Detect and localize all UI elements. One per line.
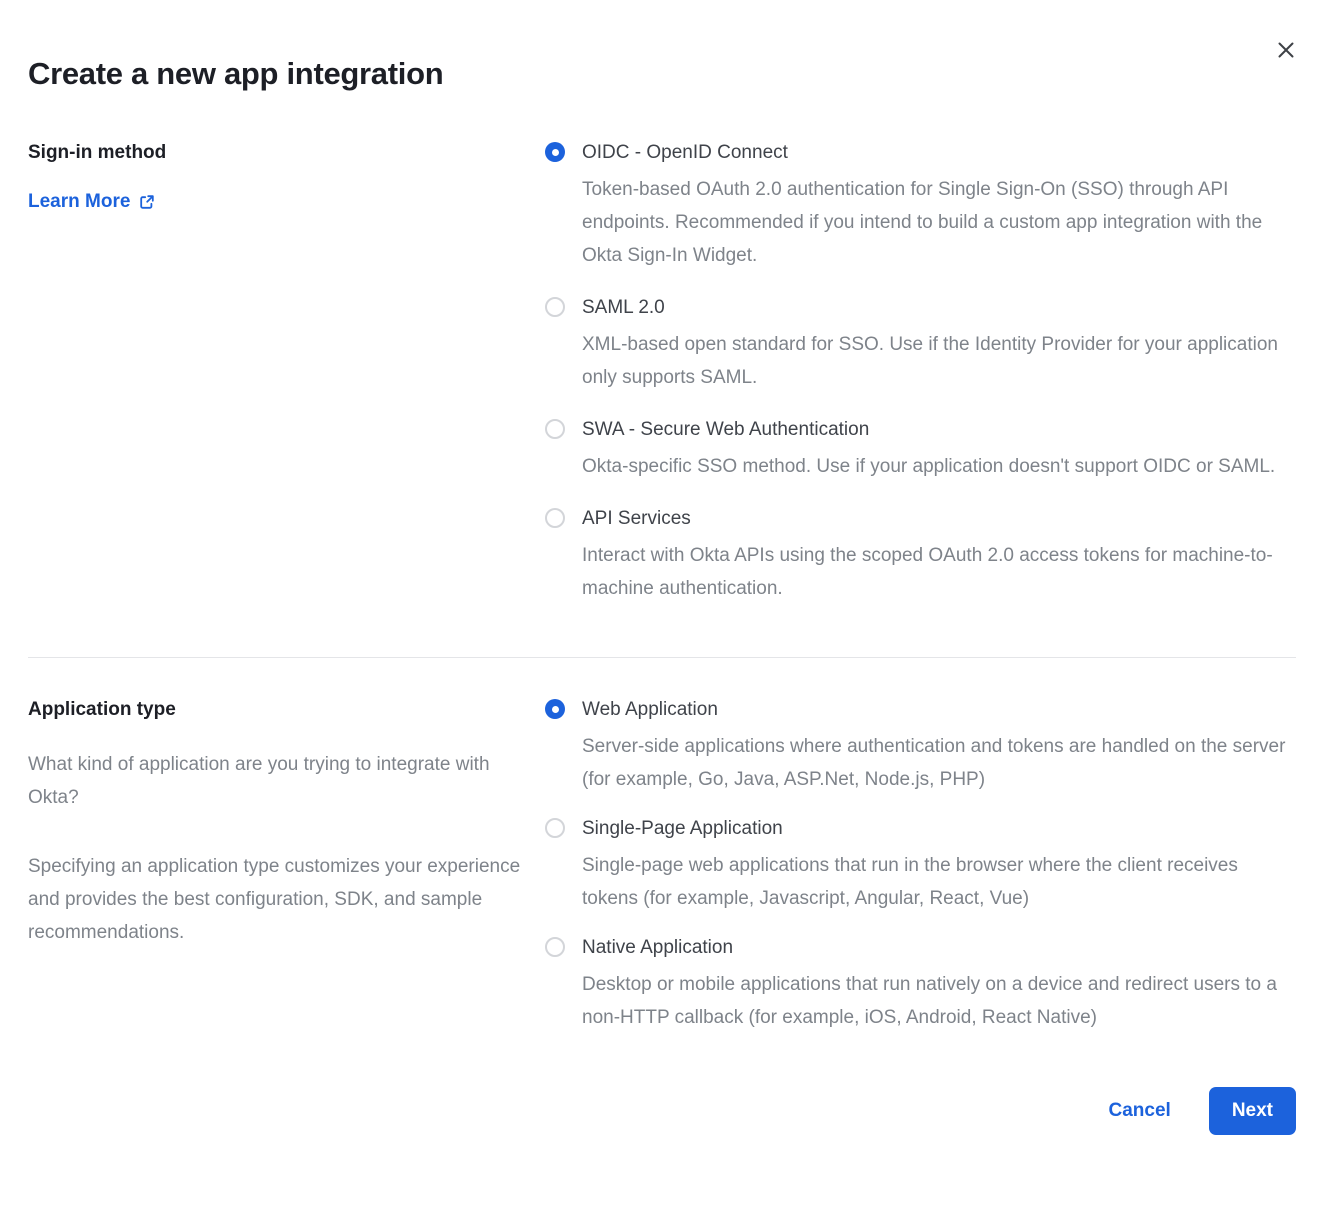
signin-method-heading: Sign-in method bbox=[28, 141, 521, 164]
radio-option-saml[interactable]: SAML 2.0 XML-based open standard for SSO… bbox=[545, 296, 1296, 394]
radio-selected-icon[interactable] bbox=[545, 142, 565, 162]
option-description: Desktop or mobile applications that run … bbox=[582, 968, 1296, 1034]
external-link-icon bbox=[139, 194, 155, 210]
radio-unselected-icon[interactable] bbox=[545, 937, 565, 957]
radio-option-api-services[interactable]: API Services Interact with Okta APIs usi… bbox=[545, 507, 1296, 605]
application-type-explanation: Specifying an application type customize… bbox=[28, 850, 521, 949]
radio-option-web-application[interactable]: Web Application Server-side applications… bbox=[545, 698, 1296, 796]
option-description: Server-side applications where authentic… bbox=[582, 730, 1296, 796]
radio-selected-icon[interactable] bbox=[545, 699, 565, 719]
option-description: Interact with Okta APIs using the scoped… bbox=[582, 539, 1296, 605]
application-type-section: Application type What kind of applicatio… bbox=[28, 698, 1296, 1034]
radio-unselected-icon[interactable] bbox=[545, 419, 565, 439]
application-type-question: What kind of application are you trying … bbox=[28, 748, 521, 814]
option-label: OIDC - OpenID Connect bbox=[582, 141, 1296, 164]
close-icon bbox=[1276, 40, 1296, 60]
radio-option-single-page-application[interactable]: Single-Page Application Single-page web … bbox=[545, 817, 1296, 915]
create-app-integration-dialog: Create a new app integration Sign-in met… bbox=[0, 0, 1332, 1210]
application-type-heading: Application type bbox=[28, 698, 521, 721]
radio-option-native-application[interactable]: Native Application Desktop or mobile app… bbox=[545, 936, 1296, 1034]
option-description: Token-based OAuth 2.0 authentication for… bbox=[582, 173, 1296, 272]
signin-method-options: OIDC - OpenID Connect Token-based OAuth … bbox=[545, 141, 1296, 605]
learn-more-label: Learn More bbox=[28, 190, 130, 213]
option-label: Web Application bbox=[582, 698, 1296, 721]
option-description: Single-page web applications that run in… bbox=[582, 849, 1296, 915]
option-label: API Services bbox=[582, 507, 1296, 530]
signin-method-section: Sign-in method Learn More OIDC - OpenID … bbox=[28, 141, 1296, 605]
option-label: Native Application bbox=[582, 936, 1296, 959]
option-description: Okta-specific SSO method. Use if your ap… bbox=[582, 450, 1275, 483]
radio-unselected-icon[interactable] bbox=[545, 508, 565, 528]
radio-option-swa[interactable]: SWA - Secure Web Authentication Okta-spe… bbox=[545, 418, 1296, 483]
option-label: Single-Page Application bbox=[582, 817, 1296, 840]
dialog-title: Create a new app integration bbox=[28, 56, 1296, 92]
dialog-footer: Cancel Next bbox=[28, 1087, 1296, 1182]
close-button[interactable] bbox=[1272, 36, 1300, 64]
cancel-button[interactable]: Cancel bbox=[1109, 1100, 1171, 1122]
application-type-options: Web Application Server-side applications… bbox=[545, 698, 1296, 1034]
section-divider bbox=[28, 657, 1296, 658]
radio-option-oidc[interactable]: OIDC - OpenID Connect Token-based OAuth … bbox=[545, 141, 1296, 272]
radio-unselected-icon[interactable] bbox=[545, 297, 565, 317]
option-label: SAML 2.0 bbox=[582, 296, 1296, 319]
option-label: SWA - Secure Web Authentication bbox=[582, 418, 1275, 441]
radio-unselected-icon[interactable] bbox=[545, 818, 565, 838]
learn-more-link[interactable]: Learn More bbox=[28, 190, 155, 213]
next-button[interactable]: Next bbox=[1209, 1087, 1296, 1135]
option-description: XML-based open standard for SSO. Use if … bbox=[582, 328, 1296, 394]
